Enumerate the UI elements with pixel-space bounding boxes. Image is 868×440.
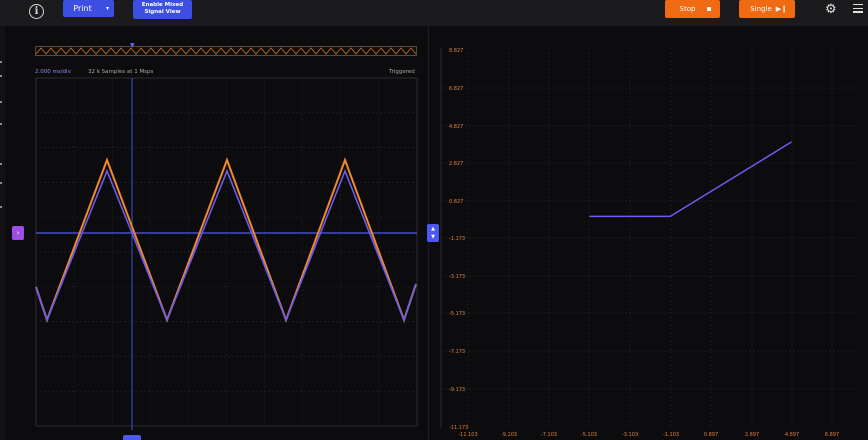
y-tick-label: -5.173 (449, 311, 465, 317)
y-tick-label: -11.173 (449, 425, 468, 431)
x-tick-label: -7.103 (541, 432, 557, 438)
xy-plot-series (589, 141, 792, 218)
y-tick-label: 2.827 (449, 161, 463, 167)
y-tick-label: -3.173 (449, 274, 465, 280)
y-tick-label: 0.827 (449, 199, 463, 205)
x-tick-label: -1.103 (663, 432, 679, 438)
scope-canvas: 8.827 6.827 4.827 2.827 0.827 -1.173 -3.173 -5.… (35, 48, 856, 438)
channel-a-trace (35, 157, 417, 324)
time-domain-grid (35, 77, 418, 427)
trigger-level-marker[interactable]: ▲ ▼ (427, 224, 439, 242)
y-tick-label: -7.173 (449, 349, 465, 355)
chevron-down-icon: ▼ (431, 234, 435, 240)
channel-offset-marker[interactable]: › (12, 226, 24, 240)
x-tick-label: -3.103 (622, 432, 638, 438)
y-tick-label: 6.827 (449, 86, 463, 92)
y-tick-label: 8.827 (449, 48, 463, 54)
y-tick-label: 4.827 (449, 124, 463, 130)
xy-series-line (589, 141, 792, 218)
x-tick-label: -9.103 (501, 432, 517, 438)
x-tick-label: 4.897 (785, 432, 799, 438)
xy-plot-grid (440, 48, 856, 428)
time-position-handle[interactable] (123, 435, 141, 440)
x-tick-label: 2.897 (745, 432, 759, 438)
x-tick-label: -5.103 (581, 432, 597, 438)
x-tick-label: -11.103 (458, 432, 477, 438)
channel-b-trace (35, 168, 417, 323)
x-tick-label: 6.897 (825, 432, 839, 438)
x-tick-label: 0.897 (704, 432, 718, 438)
chevron-up-icon: ▲ (431, 226, 435, 232)
y-tick-label: -1.173 (449, 236, 465, 242)
y-tick-label: -9.173 (449, 387, 465, 393)
xy-plot-tick-labels: 8.827 6.827 4.827 2.827 0.827 -1.173 -3.173 -5.… (449, 48, 839, 438)
